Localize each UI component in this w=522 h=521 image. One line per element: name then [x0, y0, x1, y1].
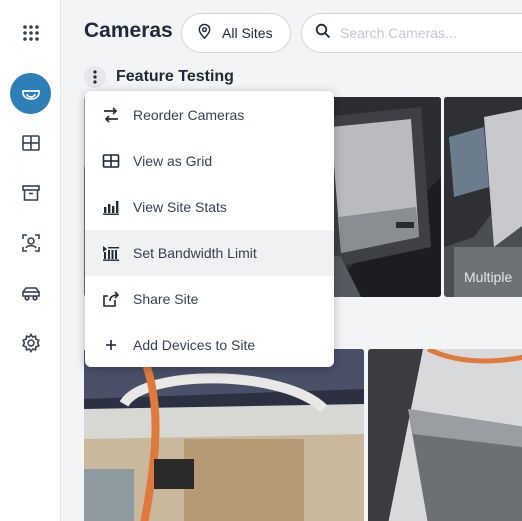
group-options-menu: Reorder Cameras View as Grid View Site S… — [85, 91, 334, 367]
camera-thumbnail[interactable] — [368, 349, 522, 521]
grid-view-icon[interactable] — [10, 122, 51, 163]
location-pin-icon — [196, 23, 213, 43]
site-selector-label: All Sites — [222, 25, 273, 41]
menu-item-view-site-stats[interactable]: View Site Stats — [85, 184, 334, 230]
site-selector-button[interactable]: All Sites — [181, 13, 291, 53]
archive-icon[interactable] — [10, 172, 51, 213]
menu-item-label: View Site Stats — [133, 199, 227, 215]
menu-item-label: Reorder Cameras — [133, 107, 245, 123]
menu-item-label: Add Devices to Site — [133, 337, 256, 353]
menu-item-label: View as Grid — [133, 153, 213, 169]
grid-icon — [101, 151, 121, 171]
bandwidth-icon — [101, 243, 121, 263]
share-icon — [101, 289, 121, 309]
page-title: Cameras — [84, 19, 173, 42]
reorder-arrows-icon — [101, 105, 121, 125]
group-title: Feature Testing — [116, 68, 234, 85]
more-options-icon[interactable] — [84, 66, 106, 88]
bar-chart-icon — [101, 197, 121, 217]
menu-item-share-site[interactable]: Share Site — [85, 276, 334, 322]
menu-item-view-as-grid[interactable]: View as Grid — [85, 138, 334, 184]
settings-gear-icon[interactable] — [10, 322, 51, 363]
face-scan-icon[interactable] — [10, 222, 51, 263]
camera-thumbnail[interactable] — [84, 349, 364, 521]
multiple-label: Multiple — [464, 269, 513, 285]
camera-thumbnail-multiple[interactable]: Multiple — [444, 97, 522, 297]
menu-item-label: Set Bandwidth Limit — [133, 245, 257, 261]
sidebar — [0, 0, 61, 521]
group-header: Feature Testing — [84, 64, 234, 90]
search-box[interactable] — [301, 13, 522, 53]
menu-item-reorder-cameras[interactable]: Reorder Cameras — [85, 92, 334, 138]
camera-dome-icon[interactable] — [10, 73, 51, 114]
search-icon — [315, 23, 331, 44]
plus-icon — [101, 335, 121, 355]
menu-item-set-bandwidth-limit[interactable]: Set Bandwidth Limit — [85, 230, 334, 276]
vehicle-icon[interactable] — [10, 272, 51, 313]
menu-item-label: Share Site — [133, 291, 199, 307]
search-input[interactable] — [340, 25, 510, 41]
menu-item-add-devices-to-site[interactable]: Add Devices to Site — [85, 322, 334, 368]
apps-grid-icon[interactable] — [10, 12, 51, 53]
